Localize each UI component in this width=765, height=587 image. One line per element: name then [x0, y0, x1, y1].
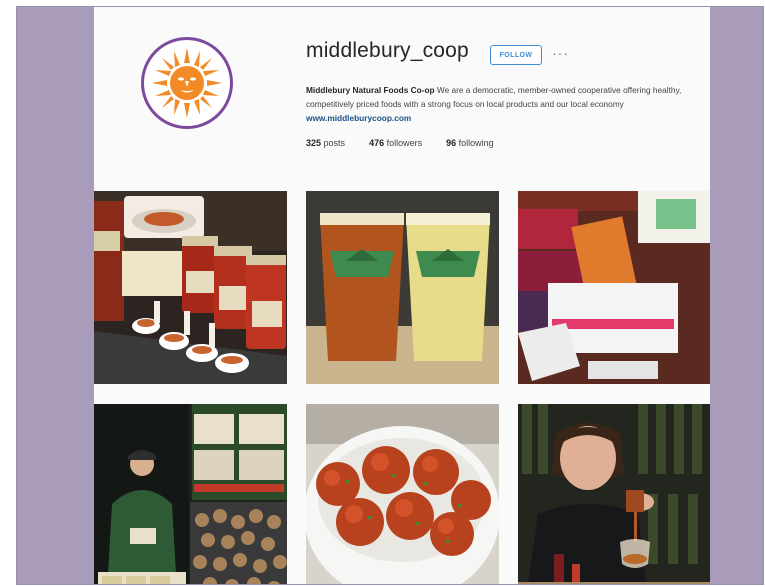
stat-following[interactable]: 96 following: [446, 138, 494, 148]
followers-label: followers: [386, 138, 423, 148]
instagram-profile-page: middlebury_coop FOLLOW ··· Middlebury Na…: [94, 7, 710, 584]
post-tile-beers[interactable]: [306, 191, 499, 384]
post-image: [518, 191, 710, 384]
ellipsis-icon[interactable]: ···: [552, 46, 569, 60]
profile-username: middlebury_coop: [306, 39, 469, 62]
post-image: [518, 404, 710, 584]
bio-display-name: Middlebury Natural Foods Co-op: [306, 85, 435, 95]
post-tile-frozen-products[interactable]: [94, 404, 287, 584]
bio-website-link[interactable]: www.middleburycoop.com: [306, 113, 411, 123]
screenshot-frame: middlebury_coop FOLLOW ··· Middlebury Na…: [16, 6, 764, 585]
sun-logo-icon: [152, 48, 222, 118]
post-tile-boomchickapop[interactable]: [518, 191, 710, 384]
follow-button[interactable]: FOLLOW: [490, 45, 542, 65]
stat-posts: 325 posts: [306, 138, 345, 148]
post-image: [94, 191, 287, 384]
post-tile-meatballs[interactable]: [306, 404, 499, 584]
post-image: [306, 404, 499, 584]
posts-label: posts: [323, 138, 346, 148]
following-label: following: [458, 138, 494, 148]
post-image: [306, 191, 499, 384]
posts-count: 325: [306, 138, 322, 148]
following-count: 96: [446, 138, 457, 148]
post-tile-pasta-sauce[interactable]: [94, 191, 287, 384]
profile-bio: Middlebury Natural Foods Co-op We are a …: [306, 83, 698, 125]
post-tile-pouring-drink[interactable]: [518, 404, 710, 584]
profile-avatar[interactable]: [141, 37, 233, 129]
post-image: [94, 404, 287, 584]
stat-followers[interactable]: 476 followers: [369, 138, 422, 148]
followers-count: 476: [369, 138, 385, 148]
profile-stats: 325 posts 476 followers 96 following: [306, 138, 518, 148]
